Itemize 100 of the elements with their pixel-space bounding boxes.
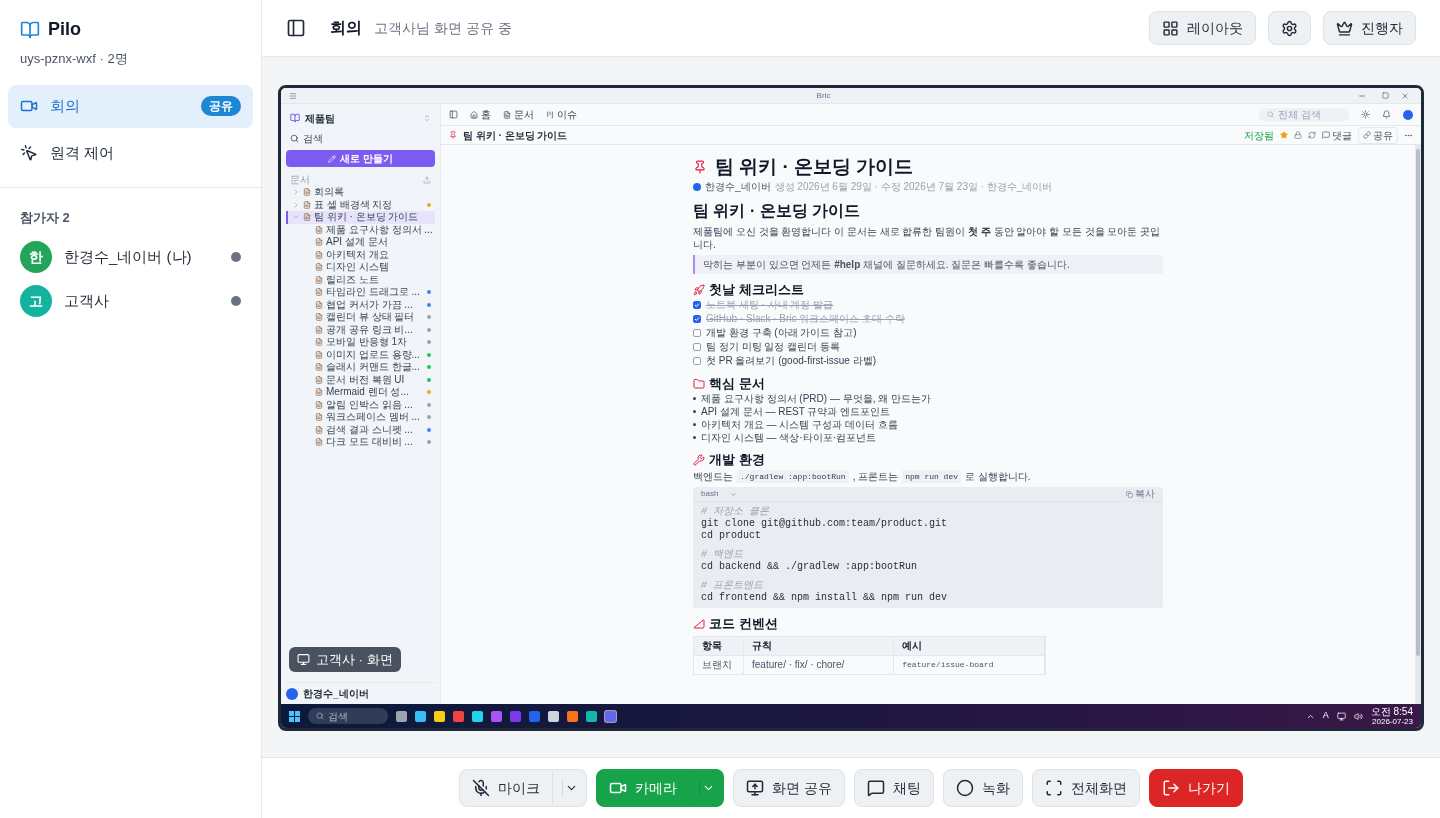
- settings-button[interactable]: [1268, 11, 1311, 45]
- fullscreen-button[interactable]: 전체화면: [1031, 769, 1140, 807]
- screen-button[interactable]: 화면 공유: [733, 769, 845, 807]
- lock-icon[interactable]: [1294, 131, 1302, 139]
- speaker-icon[interactable]: [1353, 711, 1363, 721]
- sidebar-toggle-icon[interactable]: [449, 110, 458, 119]
- comment-button[interactable]: 댓글: [1322, 127, 1352, 143]
- document-icon: [503, 110, 511, 119]
- sun-icon[interactable]: [1361, 110, 1370, 119]
- taskbar-app-icon[interactable]: [434, 710, 445, 722]
- search-icon: [1267, 111, 1274, 118]
- document-tree-item[interactable]: 워크스페이스 멤버 ...: [286, 411, 435, 424]
- caret-icon: [561, 780, 578, 796]
- refresh-icon[interactable]: [1308, 131, 1316, 139]
- checkbox[interactable]: [693, 329, 701, 337]
- document-tree-item[interactable]: 표 셀 배경색 지정: [286, 198, 435, 211]
- search-field[interactable]: 검색: [286, 129, 435, 147]
- taskbar-app-icon[interactable]: [548, 710, 559, 722]
- page-icon: [315, 425, 323, 434]
- document-title: 워크스페이스 멤버 ...: [326, 411, 421, 424]
- nav-item[interactable]: 원격 제어: [8, 131, 253, 175]
- document-tree-item[interactable]: 디자인 시스템: [286, 261, 435, 274]
- callout: 막히는 부분이 있으면 언제든 #help 채널에 질문하세요. 질문은 빠를수록 좋습니다.: [693, 255, 1163, 274]
- new-page-button[interactable]: 새로 만들기: [286, 150, 435, 167]
- maximize-icon[interactable]: [1382, 92, 1389, 99]
- board-icon: [546, 110, 554, 119]
- document-tree-item[interactable]: 회의록: [286, 186, 435, 199]
- workspace-name[interactable]: 제품팀: [305, 110, 418, 126]
- document-tree-item[interactable]: 슬래시 커맨드 한글...: [286, 361, 435, 374]
- share-button[interactable]: 공유: [1358, 126, 1398, 144]
- taskbar-app-icon[interactable]: [586, 710, 597, 722]
- document-tree-item[interactable]: 타임라인 드래그로 ...: [286, 286, 435, 299]
- document-tree-item[interactable]: 공개 공유 링크 비...: [286, 323, 435, 336]
- toolbar-tab[interactable]: 이슈: [546, 107, 577, 122]
- document-tree-item[interactable]: API 설계 문서: [286, 236, 435, 249]
- section-heading: 첫날 체크리스트: [709, 281, 804, 298]
- document-title: 아키텍처 개요: [326, 248, 390, 261]
- document-tree-item[interactable]: 다크 모드 대비비 ...: [286, 436, 435, 449]
- start-icon[interactable]: [289, 710, 300, 722]
- input-indicator[interactable]: A: [1322, 709, 1329, 723]
- avatar[interactable]: [1403, 109, 1413, 120]
- nav-item[interactable]: 회의 공유: [8, 84, 253, 128]
- checklist-item: 팀 정기 미팅 일정 캘린더 등록: [706, 341, 840, 353]
- toolbar-tab[interactable]: 홈: [470, 107, 491, 122]
- bullet-icon: [693, 410, 696, 413]
- pencil-icon: [328, 154, 337, 163]
- bell-icon[interactable]: [1382, 110, 1391, 119]
- toolbar-tab[interactable]: 문서: [503, 107, 534, 122]
- document-tree-item[interactable]: Mermaid 렌더 성...: [286, 386, 435, 399]
- sidebar-toggle-icon[interactable]: [286, 18, 306, 38]
- document-tree-item[interactable]: 모바일 반응형 1차: [286, 336, 435, 349]
- checkbox[interactable]: [693, 301, 701, 309]
- mic-button[interactable]: 마이크: [459, 769, 554, 807]
- section-heading: 핵심 문서: [709, 375, 765, 392]
- page-icon: [315, 238, 323, 247]
- dropdown-button[interactable]: [690, 769, 725, 807]
- document-tree-item[interactable]: 이미지 업로드 용량...: [286, 348, 435, 361]
- user-name: 한경수_네이버: [303, 687, 369, 701]
- document-tree-item[interactable]: 제품 요구사항 정의서 ...: [286, 223, 435, 236]
- page-icon: [315, 350, 323, 359]
- leave-button[interactable]: 나가기: [1148, 769, 1243, 807]
- host-button[interactable]: 진행자: [1323, 11, 1416, 45]
- document-tree-item[interactable]: 검색 결과 스니펫 ...: [286, 423, 435, 436]
- monitor-icon[interactable]: [1336, 711, 1346, 721]
- checklist-item: 개발 환경 구축 (아래 가이드 참고): [706, 327, 857, 339]
- room-code: uys-pznx-wxf · 2명: [20, 50, 129, 68]
- link-icon: [1363, 131, 1371, 139]
- language-select[interactable]: bash: [701, 488, 738, 500]
- document-tree-item[interactable]: 아키텍처 개요: [286, 248, 435, 261]
- document-tree-item[interactable]: 팀 위키 · 온보딩 가이드: [286, 211, 435, 224]
- list-item: 디자인 시스템 — 색상·타이포·컴포넌트: [701, 431, 876, 444]
- page-icon: [315, 313, 323, 322]
- document-title: API 설계 문서: [326, 236, 389, 249]
- record-button[interactable]: 녹화: [942, 769, 1023, 807]
- section-heading: 개발 환경: [709, 451, 765, 468]
- taskbar-app-icon[interactable]: [415, 710, 426, 722]
- layout-button[interactable]: 레이아웃: [1149, 11, 1256, 45]
- star-icon[interactable]: [1280, 131, 1288, 139]
- document-tree-item[interactable]: 협업 커서가 가끔 ...: [286, 298, 435, 311]
- document-tree-item[interactable]: 캘린더 뷰 상태 필터: [286, 311, 435, 324]
- document-title: 회의록: [314, 186, 345, 199]
- document-title: 알림 인박스 읽음 ...: [326, 398, 414, 411]
- document-tree-item[interactable]: 알림 인박스 읽음 ...: [286, 398, 435, 411]
- copy-button[interactable]: 복사: [1126, 488, 1155, 500]
- checkbox[interactable]: [693, 357, 701, 365]
- paragraph: 제품팀에 오신 것을 환영합니다 이 문서는 새로 합류한 팀원이 첫 주 동안 알아야 할 모든 것을 모아둔 곳입니다.: [693, 225, 1162, 251]
- taskbar-app-icon[interactable]: [396, 710, 407, 722]
- document-tree-item[interactable]: 릴리즈 노트: [286, 273, 435, 286]
- chat-button[interactable]: 채팅: [853, 769, 934, 807]
- search-field[interactable]: 검색: [308, 708, 388, 724]
- search-icon: [316, 712, 324, 720]
- close-icon[interactable]: [1401, 91, 1409, 100]
- caret-icon: [730, 490, 738, 498]
- taskbar-app-icon[interactable]: [472, 710, 483, 722]
- taskbar-app-icon[interactable]: [567, 710, 578, 722]
- document-tree-item[interactable]: 문서 버전 복원 UI: [286, 373, 435, 386]
- scrollbar[interactable]: [1415, 145, 1421, 704]
- checkbox[interactable]: [693, 315, 701, 323]
- checkbox[interactable]: [693, 343, 701, 351]
- page-icon: [315, 400, 323, 409]
